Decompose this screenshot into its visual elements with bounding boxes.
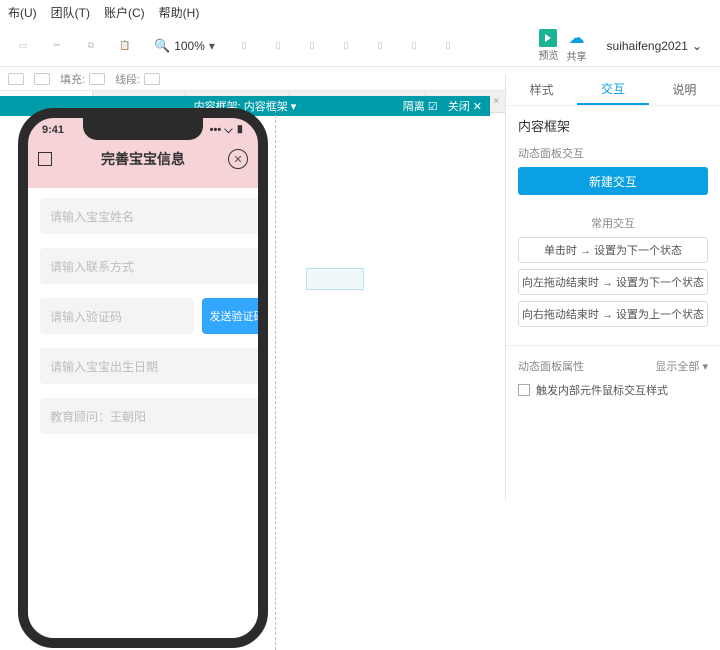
note-badge[interactable]: 1 — [262, 388, 268, 400]
close-icon[interactable]: ✕ — [228, 149, 248, 169]
anim-section-label: 动态面板交互 — [518, 145, 708, 161]
tool-cut[interactable]: ✂ — [42, 31, 72, 61]
status-icons: ••• ⌵ ▮ — [210, 124, 244, 137]
status-time: 9:41 — [42, 124, 64, 137]
isolate-toggle[interactable]: 隔离 ☑ — [403, 98, 438, 114]
tool-group[interactable]: ▯ — [365, 31, 395, 61]
tool-align-r[interactable]: ▯ — [297, 31, 327, 61]
note-badge[interactable]: 2 — [262, 338, 268, 350]
share-icon[interactable]: ☁ — [567, 28, 587, 48]
user-menu[interactable]: suihaifeng2021 ⌄ — [597, 39, 712, 53]
opt-a[interactable] — [8, 73, 24, 85]
preset-swipe-right[interactable]: 向右拖动结束时 → 设置为上一个状态 — [518, 301, 708, 327]
guide-line — [275, 110, 276, 650]
tool-align-c[interactable]: ▯ — [263, 31, 293, 61]
tool-align-l[interactable]: ▯ — [229, 31, 259, 61]
user-name: suihaifeng2021 — [607, 39, 688, 53]
app-bar: 完善宝宝信息 ✕ — [28, 141, 258, 177]
tool-select[interactable]: ▭ — [8, 31, 38, 61]
inspector-panel: 样式 交互 说明 内容框架 动态面板交互 新建交互 常用交互 单击时 → 设置为… — [505, 74, 720, 500]
zoom-control[interactable]: 🔍 100% ▾ — [144, 38, 225, 54]
hover-style-label: 触发内部元件鼠标交互样式 — [536, 382, 668, 398]
note-badge[interactable]: 5 — [262, 288, 268, 300]
line-label: 线段: — [115, 71, 140, 87]
props-label: 动态面板属性 — [518, 358, 584, 374]
birthday-input[interactable]: 请输入宝宝出生日期 — [40, 348, 268, 384]
tool-paste[interactable]: 📋 — [110, 31, 140, 61]
menu-help[interactable]: 帮助(H) — [159, 4, 200, 21]
menu-team[interactable]: 团队(T) — [51, 4, 90, 21]
menu-layout[interactable]: 布(U) — [8, 4, 37, 21]
send-code-button[interactable]: 发送验证码 — [202, 298, 268, 334]
tool-lock[interactable]: ▯ — [399, 31, 429, 61]
form-area: 请输入宝宝姓名 请输入联系方式 请输入验证码 发送验证码 5 请输入宝宝出生日期… — [28, 188, 268, 638]
tool-dist[interactable]: ▯ — [331, 31, 361, 61]
selection-name[interactable]: 内容框架 — [518, 116, 708, 135]
fill-swatch[interactable] — [89, 73, 105, 85]
new-interaction-button[interactable]: 新建交互 — [518, 167, 708, 195]
menu-bar: 布(U) 团队(T) 账户(C) 帮助(H) — [0, 0, 720, 25]
opt-b[interactable] — [34, 73, 50, 85]
tab-style[interactable]: 样式 — [506, 74, 577, 105]
search-icon: 🔍 — [154, 38, 170, 54]
share-label: 共享 — [567, 48, 587, 63]
phone-frame: 9:41 ••• ⌵ ▮ 完善宝宝信息 ✕ 请输入宝宝姓名 请输入联系方式 请输… — [18, 108, 268, 648]
phone-input[interactable]: 请输入联系方式 — [40, 248, 268, 284]
helper-box[interactable] — [306, 268, 364, 290]
tool-copy[interactable]: ⧉ — [76, 31, 106, 61]
preview-icon[interactable] — [539, 29, 557, 47]
preset-swipe-left[interactable]: 向左拖动结束时 → 设置为下一个状态 — [518, 269, 708, 295]
advisor-field[interactable]: 教育顾问：王朝阳 — [40, 398, 268, 434]
chevron-down-icon: ▾ — [209, 39, 215, 53]
menu-account[interactable]: 账户(C) — [104, 4, 145, 21]
tool-hide[interactable]: ▯ — [433, 31, 463, 61]
close-icon[interactable]: × — [493, 96, 499, 107]
hover-style-checkbox[interactable] — [518, 384, 530, 396]
close-frame[interactable]: 关闭 ✕ — [448, 98, 482, 114]
code-input[interactable]: 请输入验证码 — [40, 298, 194, 334]
inspector-tabs: 样式 交互 说明 — [506, 74, 720, 106]
main-toolbar: ▭ ✂ ⧉ 📋 🔍 100% ▾ ▯ ▯ ▯ ▯ ▯ ▯ ▯ 预览 ☁ 共享 s… — [0, 25, 720, 67]
app-title: 完善宝宝信息 — [101, 149, 185, 169]
baby-name-input[interactable]: 请输入宝宝姓名 — [40, 198, 268, 234]
canvas[interactable]: 9:41 ••• ⌵ ▮ 完善宝宝信息 ✕ 请输入宝宝姓名 请输入联系方式 请输… — [0, 116, 490, 500]
line-swatch[interactable] — [144, 73, 160, 85]
preview-label: 预览 — [539, 47, 559, 62]
menu-icon[interactable] — [38, 152, 52, 166]
zoom-value: 100% — [174, 39, 205, 53]
tab-interaction[interactable]: 交互 — [577, 74, 648, 105]
phone-notch — [83, 118, 203, 140]
preset-click-next[interactable]: 单击时 → 设置为下一个状态 — [518, 237, 708, 263]
chevron-down-icon: ⌄ — [692, 39, 702, 53]
preset-heading: 常用交互 — [518, 215, 708, 231]
fill-label: 填充: — [60, 71, 85, 87]
tab-notes[interactable]: 说明 — [649, 74, 720, 105]
show-all-toggle[interactable]: 显示全部 ▾ — [655, 358, 708, 374]
